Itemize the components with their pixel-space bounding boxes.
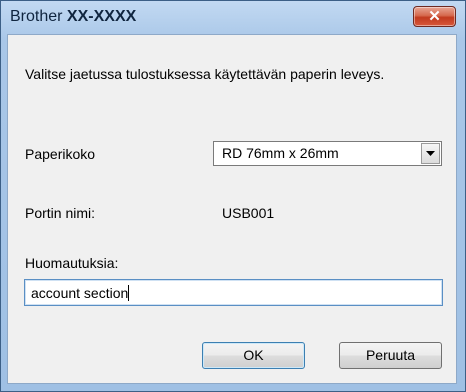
close-icon: ✕: [428, 8, 441, 25]
paper-size-label: Paperikoko: [25, 146, 96, 162]
window-title: Brother XX-XXXX: [10, 8, 136, 26]
close-button[interactable]: ✕: [413, 6, 456, 27]
port-name-value: USB001: [222, 205, 275, 221]
paper-size-dropdown[interactable]: RD 76mm x 26mm: [213, 141, 442, 166]
title-model: XX-XXXX: [66, 8, 137, 25]
title-brand: Brother: [10, 8, 63, 25]
dropdown-button[interactable]: [421, 143, 440, 164]
chevron-down-icon: [426, 151, 435, 156]
port-name-label: Portin nimi:: [25, 205, 96, 221]
notes-input[interactable]: account section: [24, 279, 443, 306]
cancel-button[interactable]: Peruuta: [339, 342, 442, 369]
ok-button[interactable]: OK: [202, 342, 305, 369]
notes-label: Huomautuksia:: [25, 255, 119, 271]
text-caret: [128, 285, 130, 301]
description-text: Valitse jaetussa tulostuksessa käytettäv…: [25, 66, 385, 82]
title-bar[interactable]: Brother XX-XXXX ✕: [1, 1, 465, 35]
notes-input-value: account section: [31, 285, 130, 301]
paper-size-selected-value: RD 76mm x 26mm: [222, 145, 339, 161]
